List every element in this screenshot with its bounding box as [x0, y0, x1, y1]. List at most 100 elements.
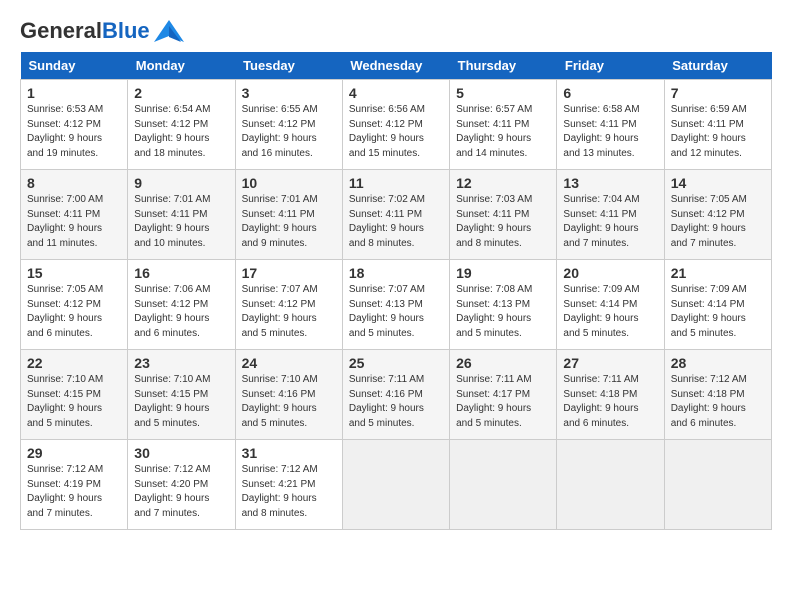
day-number: 24: [242, 355, 336, 371]
cell-daylight: Daylight: 9 hours and 5 minutes.: [349, 403, 424, 429]
cell-daylight: Daylight: 9 hours and 7 minutes.: [27, 493, 102, 519]
day-number: 27: [563, 355, 657, 371]
calendar-cell: 13 Sunrise: 7:04 AM Sunset: 4:11 PM Dayl…: [557, 170, 664, 260]
cell-daylight: Daylight: 9 hours and 5 minutes.: [456, 403, 531, 429]
cell-daylight: Daylight: 9 hours and 6 minutes.: [671, 403, 746, 429]
day-number: 10: [242, 175, 336, 191]
header-sunday: Sunday: [21, 52, 128, 80]
logo-bird-icon: [154, 20, 184, 42]
cell-sunrise: Sunrise: 7:11 AM: [456, 374, 531, 385]
calendar-cell: 1 Sunrise: 6:53 AM Sunset: 4:12 PM Dayli…: [21, 80, 128, 170]
day-number: 28: [671, 355, 765, 371]
cell-sunset: Sunset: 4:11 PM: [456, 209, 529, 220]
cell-daylight: Daylight: 9 hours and 5 minutes.: [27, 403, 102, 429]
day-number: 5: [456, 85, 550, 101]
header-thursday: Thursday: [450, 52, 557, 80]
day-number: 20: [563, 265, 657, 281]
cell-daylight: Daylight: 9 hours and 5 minutes.: [242, 403, 317, 429]
cell-sunrise: Sunrise: 7:00 AM: [27, 194, 103, 205]
cell-daylight: Daylight: 9 hours and 14 minutes.: [456, 133, 531, 159]
cell-sunset: Sunset: 4:17 PM: [456, 389, 530, 400]
cell-sunset: Sunset: 4:12 PM: [27, 299, 101, 310]
cell-sunset: Sunset: 4:12 PM: [349, 119, 423, 130]
cell-sunrise: Sunrise: 7:10 AM: [242, 374, 318, 385]
calendar-cell: [342, 440, 449, 530]
cell-daylight: Daylight: 9 hours and 16 minutes.: [242, 133, 317, 159]
cell-sunset: Sunset: 4:11 PM: [349, 209, 422, 220]
day-number: 18: [349, 265, 443, 281]
header-tuesday: Tuesday: [235, 52, 342, 80]
page-header: GeneralBlue: [20, 20, 772, 42]
day-number: 22: [27, 355, 121, 371]
calendar-cell: 8 Sunrise: 7:00 AM Sunset: 4:11 PM Dayli…: [21, 170, 128, 260]
header-saturday: Saturday: [664, 52, 771, 80]
cell-sunrise: Sunrise: 7:07 AM: [242, 284, 318, 295]
cell-sunrise: Sunrise: 7:02 AM: [349, 194, 425, 205]
cell-sunset: Sunset: 4:12 PM: [27, 119, 101, 130]
cell-sunset: Sunset: 4:12 PM: [242, 119, 316, 130]
day-number: 14: [671, 175, 765, 191]
cell-sunset: Sunset: 4:16 PM: [242, 389, 316, 400]
calendar-cell: [557, 440, 664, 530]
cell-sunrise: Sunrise: 6:53 AM: [27, 104, 103, 115]
cell-sunset: Sunset: 4:18 PM: [671, 389, 745, 400]
cell-sunset: Sunset: 4:13 PM: [349, 299, 423, 310]
calendar-week-row: 8 Sunrise: 7:00 AM Sunset: 4:11 PM Dayli…: [21, 170, 772, 260]
cell-daylight: Daylight: 9 hours and 8 minutes.: [456, 223, 531, 249]
day-number: 4: [349, 85, 443, 101]
calendar-cell: 2 Sunrise: 6:54 AM Sunset: 4:12 PM Dayli…: [128, 80, 235, 170]
cell-sunset: Sunset: 4:11 PM: [671, 119, 744, 130]
calendar-cell: 15 Sunrise: 7:05 AM Sunset: 4:12 PM Dayl…: [21, 260, 128, 350]
cell-sunset: Sunset: 4:19 PM: [27, 479, 101, 490]
cell-sunrise: Sunrise: 6:58 AM: [563, 104, 639, 115]
cell-sunrise: Sunrise: 7:05 AM: [671, 194, 747, 205]
cell-daylight: Daylight: 9 hours and 15 minutes.: [349, 133, 424, 159]
calendar-cell: 19 Sunrise: 7:08 AM Sunset: 4:13 PM Dayl…: [450, 260, 557, 350]
cell-sunrise: Sunrise: 7:09 AM: [671, 284, 747, 295]
calendar-cell: 20 Sunrise: 7:09 AM Sunset: 4:14 PM Dayl…: [557, 260, 664, 350]
logo: GeneralBlue: [20, 20, 184, 42]
header-friday: Friday: [557, 52, 664, 80]
calendar-cell: 14 Sunrise: 7:05 AM Sunset: 4:12 PM Dayl…: [664, 170, 771, 260]
day-number: 23: [134, 355, 228, 371]
calendar-cell: 9 Sunrise: 7:01 AM Sunset: 4:11 PM Dayli…: [128, 170, 235, 260]
cell-sunrise: Sunrise: 7:09 AM: [563, 284, 639, 295]
calendar-cell: 18 Sunrise: 7:07 AM Sunset: 4:13 PM Dayl…: [342, 260, 449, 350]
cell-daylight: Daylight: 9 hours and 6 minutes.: [27, 313, 102, 339]
cell-sunrise: Sunrise: 7:01 AM: [134, 194, 210, 205]
day-number: 13: [563, 175, 657, 191]
calendar-cell: 4 Sunrise: 6:56 AM Sunset: 4:12 PM Dayli…: [342, 80, 449, 170]
cell-sunrise: Sunrise: 7:06 AM: [134, 284, 210, 295]
calendar-week-row: 22 Sunrise: 7:10 AM Sunset: 4:15 PM Dayl…: [21, 350, 772, 440]
cell-sunset: Sunset: 4:18 PM: [563, 389, 637, 400]
cell-sunset: Sunset: 4:14 PM: [671, 299, 745, 310]
cell-daylight: Daylight: 9 hours and 5 minutes.: [242, 313, 317, 339]
calendar-week-row: 15 Sunrise: 7:05 AM Sunset: 4:12 PM Dayl…: [21, 260, 772, 350]
day-number: 12: [456, 175, 550, 191]
logo-general: General: [20, 18, 102, 43]
cell-sunset: Sunset: 4:20 PM: [134, 479, 208, 490]
cell-sunrise: Sunrise: 7:10 AM: [134, 374, 210, 385]
calendar-cell: 28 Sunrise: 7:12 AM Sunset: 4:18 PM Dayl…: [664, 350, 771, 440]
cell-daylight: Daylight: 9 hours and 6 minutes.: [134, 313, 209, 339]
day-number: 31: [242, 445, 336, 461]
header-wednesday: Wednesday: [342, 52, 449, 80]
day-number: 19: [456, 265, 550, 281]
cell-sunrise: Sunrise: 7:08 AM: [456, 284, 532, 295]
calendar-cell: 3 Sunrise: 6:55 AM Sunset: 4:12 PM Dayli…: [235, 80, 342, 170]
calendar-table: Sunday Monday Tuesday Wednesday Thursday…: [20, 52, 772, 530]
day-number: 7: [671, 85, 765, 101]
calendar-header-row: Sunday Monday Tuesday Wednesday Thursday…: [21, 52, 772, 80]
day-number: 3: [242, 85, 336, 101]
cell-daylight: Daylight: 9 hours and 5 minutes.: [134, 403, 209, 429]
cell-sunset: Sunset: 4:11 PM: [27, 209, 100, 220]
cell-sunrise: Sunrise: 6:57 AM: [456, 104, 532, 115]
cell-sunset: Sunset: 4:21 PM: [242, 479, 316, 490]
calendar-cell: 6 Sunrise: 6:58 AM Sunset: 4:11 PM Dayli…: [557, 80, 664, 170]
day-number: 25: [349, 355, 443, 371]
cell-sunset: Sunset: 4:11 PM: [134, 209, 207, 220]
cell-daylight: Daylight: 9 hours and 18 minutes.: [134, 133, 209, 159]
cell-daylight: Daylight: 9 hours and 7 minutes.: [563, 223, 638, 249]
calendar-week-row: 29 Sunrise: 7:12 AM Sunset: 4:19 PM Dayl…: [21, 440, 772, 530]
calendar-cell: 10 Sunrise: 7:01 AM Sunset: 4:11 PM Dayl…: [235, 170, 342, 260]
